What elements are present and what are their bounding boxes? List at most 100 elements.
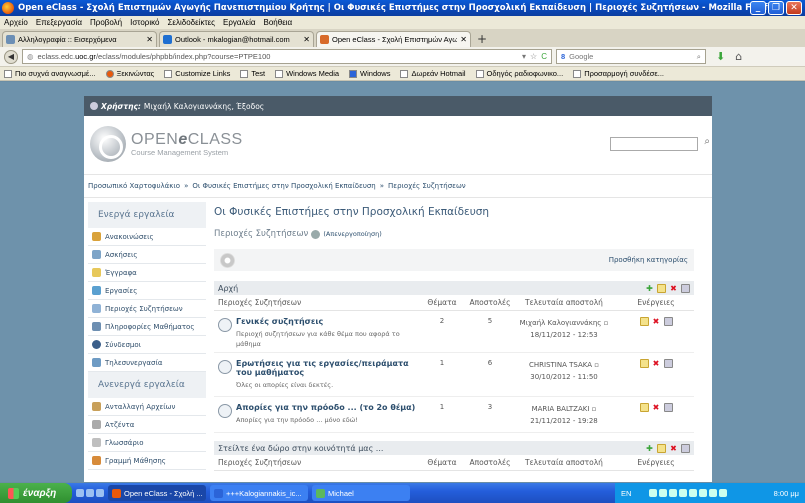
view-latest-post-icon[interactable]: ▫	[594, 361, 599, 369]
menu-file[interactable]: Αρχείο	[4, 18, 28, 27]
breadcrumb-course-link[interactable]: Οι Φυσικές Επιστήμες στην Προσχολική Εκπ…	[192, 182, 375, 190]
sidebar-item-glossary[interactable]: Γλωσσάριο	[88, 434, 206, 452]
firefox-icon	[112, 488, 121, 498]
home-icon[interactable]: ⌂	[735, 50, 742, 63]
bookmark-item[interactable]: Customize Links	[164, 69, 230, 78]
start-button[interactable]: έναρξη	[0, 483, 72, 503]
view-latest-post-icon[interactable]: ▫	[592, 405, 597, 413]
visibility-icon[interactable]	[681, 283, 690, 293]
search-engine-icon[interactable]: 8	[561, 52, 565, 61]
tray-icon[interactable]	[659, 489, 668, 497]
bookmark-item[interactable]: Test	[240, 69, 265, 78]
dropdown-arrow-icon[interactable]: ▾	[522, 52, 526, 61]
url-bar[interactable]: ◍ eclass.edc. uoc.gr/eclass/modules/phpbb…	[22, 49, 552, 64]
bookmark-item[interactable]: Οδηγός ραδιοφωνικο...	[475, 69, 563, 78]
add-category-link[interactable]: Προσθήκη κατηγορίας	[609, 256, 688, 264]
minimize-button[interactable]: _	[750, 1, 766, 15]
visibility-icon[interactable]	[663, 317, 673, 326]
tab-mail[interactable]: Αλληλογραφία :: Εισερχόμενα ✕	[2, 31, 157, 47]
tab-outlook[interactable]: Outlook - mkalogian@hotmail.com ✕	[159, 31, 314, 47]
star-icon[interactable]: ☆	[530, 52, 537, 61]
sidebar-item-forums[interactable]: Περιοχές Συζητήσεων	[88, 300, 206, 318]
sidebar-item-file-exchange[interactable]: Ανταλλαγή Αρχείων	[88, 398, 206, 416]
add-icon[interactable]: ✚	[645, 284, 654, 293]
visibility-icon[interactable]	[663, 359, 673, 368]
view-latest-post-icon[interactable]: ▫	[604, 319, 609, 327]
tray-icon[interactable]	[669, 489, 678, 497]
bookmark-item[interactable]: Ξεκινώντας	[105, 69, 154, 78]
language-indicator[interactable]: EN	[621, 489, 631, 498]
delete-icon[interactable]: ✖	[652, 359, 661, 368]
sidebar-item-agenda[interactable]: Ατζέντα	[88, 416, 206, 434]
user-name-logout-link[interactable]: Μιχαήλ Καλογιαννάκης, Έξοδος	[144, 102, 264, 111]
sidebar-item-exercises[interactable]: Ασκήσεις	[88, 246, 206, 264]
sidebar-item-assignments[interactable]: Εργασίες	[88, 282, 206, 300]
download-icon[interactable]: ⬇	[716, 50, 725, 63]
menu-view[interactable]: Προβολή	[90, 18, 122, 27]
taskbar-item-firefox[interactable]: Open eClass - Σχολή ...	[108, 485, 206, 501]
delete-icon[interactable]: ✖	[652, 403, 661, 412]
gear-icon[interactable]	[220, 252, 235, 268]
sidebar-item-links[interactable]: Σύνδεσμοι	[88, 336, 206, 354]
openeclass-logo[interactable]: OPENeCLASS Course Management System	[90, 126, 243, 162]
windows-taskbar: έναρξη Open eClass - Σχολή ... +++Kalogi…	[0, 483, 805, 503]
delete-icon[interactable]: ✖	[652, 317, 661, 326]
rss-icon[interactable]	[311, 229, 321, 239]
restore-button[interactable]: ❐	[768, 1, 784, 15]
close-button[interactable]: ✕	[786, 1, 802, 15]
taskbar-item-messenger[interactable]: Michael	[312, 485, 410, 501]
forum-title-link[interactable]: Απορίες για την πρόοδο ... (το 2ο θέμα)	[236, 403, 415, 412]
taskbar-item-word[interactable]: +++Kalogiannakis_ic...	[210, 485, 308, 501]
menu-help[interactable]: Βοήθεια	[264, 18, 293, 27]
forum-title-link[interactable]: Γενικές συζητήσεις	[236, 317, 418, 326]
edit-icon[interactable]	[639, 359, 649, 368]
menu-tools[interactable]: Εργαλεία	[223, 18, 255, 27]
delete-icon[interactable]: ✖	[669, 444, 678, 453]
magnifier-icon[interactable]: ⌕	[697, 52, 701, 62]
tray-icon[interactable]	[649, 489, 658, 497]
search-bar[interactable]: 8 Google ⌕	[556, 49, 706, 64]
sidebar-item-announcements[interactable]: Ανακοινώσεις	[88, 228, 206, 246]
sidebar-item-documents[interactable]: Έγγραφα	[88, 264, 206, 282]
menu-edit[interactable]: Επεξεργασία	[36, 18, 82, 27]
edit-icon[interactable]	[639, 403, 649, 412]
sidebar-item-teleconference[interactable]: Τηλεσυνεργασία	[88, 354, 206, 372]
tab-eclass[interactable]: Open eClass - Σχολή Επιστημών Αγωγής ...…	[316, 31, 471, 47]
bookmark-item[interactable]: Πιο συχνά αναγνωσμέ...	[4, 69, 96, 78]
tray-icon[interactable]	[709, 489, 718, 497]
edit-icon[interactable]	[657, 443, 666, 453]
tray-icon[interactable]	[699, 489, 708, 497]
quick-launch-icon[interactable]	[76, 489, 84, 497]
tray-icon[interactable]	[689, 489, 698, 497]
bookmark-item[interactable]: Δωρεάν Hotmail	[400, 69, 466, 78]
edit-icon[interactable]	[639, 317, 649, 326]
tab-close-icon[interactable]: ✕	[303, 35, 310, 44]
tab-close-icon[interactable]: ✕	[460, 35, 467, 44]
forum-title-link[interactable]: Ερωτήσεις για τις εργασίες/πειράματα του…	[236, 359, 418, 377]
menu-history[interactable]: Ιστορικό	[130, 18, 159, 27]
visibility-icon[interactable]	[681, 443, 690, 453]
search-icon[interactable]: ⌕	[704, 136, 710, 147]
sidebar-item-learning-path[interactable]: Γραμμή Μάθησης	[88, 452, 206, 470]
delete-icon[interactable]: ✖	[669, 284, 678, 293]
add-icon[interactable]: ✚	[645, 444, 654, 453]
category-title: Αρχή	[218, 283, 239, 293]
quick-launch-icon[interactable]	[96, 489, 104, 497]
disable-tool-link[interactable]: (Απενεργοποίηση)	[323, 230, 382, 238]
tray-icon[interactable]	[679, 489, 688, 497]
bookmark-item[interactable]: Windows	[349, 69, 390, 78]
tray-icon[interactable]	[719, 489, 728, 497]
back-arrow-icon[interactable]: ◀	[4, 49, 18, 64]
visibility-icon[interactable]	[663, 403, 673, 412]
bookmark-item[interactable]: Windows Media	[275, 69, 339, 78]
menu-bookmarks[interactable]: Σελιδοδείκτες	[167, 18, 215, 27]
new-tab-button[interactable]: +	[473, 31, 491, 47]
sidebar-item-course-info[interactable]: Πληροφορίες Μαθήματος	[88, 318, 206, 336]
tab-close-icon[interactable]: ✕	[146, 35, 153, 44]
reload-icon[interactable]: C	[541, 52, 547, 61]
site-search-input[interactable]	[610, 137, 698, 151]
edit-icon[interactable]	[657, 283, 666, 293]
bookmark-item[interactable]: Προσαρμογή συνδέσε...	[573, 69, 664, 78]
quick-launch-icon[interactable]	[86, 489, 94, 497]
breadcrumb-portfolio-link[interactable]: Προσωπικό Χαρτοφυλάκιο	[88, 182, 180, 190]
